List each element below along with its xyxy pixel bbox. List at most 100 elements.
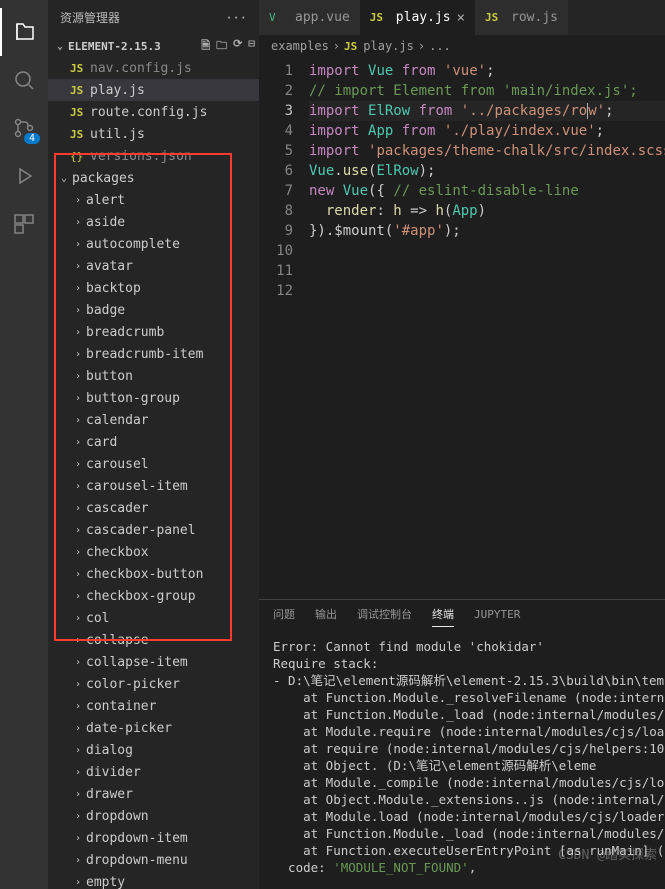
extensions-icon[interactable] <box>0 200 48 248</box>
folder-item[interactable]: ›button <box>48 365 259 387</box>
panel-tab-JUPYTER[interactable]: JUPYTER <box>474 608 520 625</box>
more-icon[interactable]: ··· <box>225 11 247 25</box>
project-actions: 🗎 🗀 ⟳ ⊟ <box>201 37 255 56</box>
folder-item[interactable]: ›date-picker <box>48 717 259 739</box>
search-icon[interactable] <box>0 56 48 104</box>
new-file-icon[interactable]: 🗎 <box>201 37 210 56</box>
folder-label: breadcrumb <box>86 325 164 340</box>
folder-item[interactable]: ›checkbox <box>48 541 259 563</box>
folder-item[interactable]: ›divider <box>48 761 259 783</box>
code-content[interactable]: import Vue from 'vue';// import Element … <box>309 57 665 599</box>
folder-item[interactable]: ›col <box>48 607 259 629</box>
project-header[interactable]: ⌄ ELEMENT-2.15.3 🗎 🗀 ⟳ ⊟ <box>48 35 259 57</box>
folder-label: dropdown <box>86 809 149 824</box>
panel-tab-调试控制台[interactable]: 调试控制台 <box>357 606 412 626</box>
file-item[interactable]: JSplay.js <box>48 79 259 101</box>
folder-label: alert <box>86 193 125 208</box>
folder-item[interactable]: ›aside <box>48 211 259 233</box>
crumb[interactable]: play.js <box>363 39 414 53</box>
chevron-right-icon: › <box>70 855 86 866</box>
close-icon[interactable]: × <box>457 10 465 26</box>
chevron-right-icon: › <box>70 701 86 712</box>
activity-bar: 4 <box>0 0 48 889</box>
file-item[interactable]: {}versions.json <box>48 145 259 167</box>
file-tree[interactable]: JSnav.config.jsJSplay.jsJSroute.config.j… <box>48 57 259 889</box>
panel-tab-输出[interactable]: 输出 <box>315 606 337 626</box>
chevron-right-icon: › <box>70 437 86 448</box>
chevron-right-icon: › <box>70 635 86 646</box>
folder-item[interactable]: ›dropdown <box>48 805 259 827</box>
folder-item[interactable]: ›breadcrumb <box>48 321 259 343</box>
folder-item[interactable]: ›button-group <box>48 387 259 409</box>
folder-item[interactable]: ›dialog <box>48 739 259 761</box>
file-item[interactable]: JSutil.js <box>48 123 259 145</box>
folder-item[interactable]: ›checkbox-group <box>48 585 259 607</box>
folder-label: dropdown-item <box>86 831 188 846</box>
tab-app-vue[interactable]: Vapp.vue <box>259 0 360 35</box>
folder-item[interactable]: ›backtop <box>48 277 259 299</box>
refresh-icon[interactable]: ⟳ <box>233 37 242 56</box>
panel-tab-问题[interactable]: 问题 <box>273 606 295 626</box>
json-icon: {} <box>70 150 88 163</box>
folder-item[interactable]: ›autocomplete <box>48 233 259 255</box>
chevron-right-icon: › <box>70 239 86 250</box>
folder-item[interactable]: ›dropdown-menu <box>48 849 259 871</box>
panel-tab-终端[interactable]: 终端 <box>432 606 454 627</box>
folder-item[interactable]: ›color-picker <box>48 673 259 695</box>
chevron-right-icon: › <box>70 789 86 800</box>
folder-label: packages <box>72 171 135 186</box>
tab-row-js[interactable]: JSrow.js <box>475 0 568 35</box>
file-item[interactable]: JSroute.config.js <box>48 101 259 123</box>
folder-label: avatar <box>86 259 133 274</box>
tab-label: row.js <box>511 10 558 25</box>
folder-item[interactable]: ›card <box>48 431 259 453</box>
chevron-right-icon: › <box>70 371 86 382</box>
js-icon: JS <box>70 62 88 75</box>
folder-item[interactable]: ›cascader-panel <box>48 519 259 541</box>
explorer-icon[interactable] <box>0 8 48 56</box>
chevron-right-icon: › <box>70 877 86 888</box>
code-editor[interactable]: 123456789101112 import Vue from 'vue';//… <box>259 57 665 599</box>
chevron-right-icon: › <box>70 503 86 514</box>
chevron-right-icon: › <box>70 415 86 426</box>
folder-item[interactable]: ›carousel-item <box>48 475 259 497</box>
folder-item[interactable]: ›collapse <box>48 629 259 651</box>
folder-item[interactable]: ›breadcrumb-item <box>48 343 259 365</box>
folder-item[interactable]: ›empty <box>48 871 259 889</box>
chevron-right-icon: › <box>70 393 86 404</box>
chevron-down-icon: ⌄ <box>56 173 72 184</box>
folder-item[interactable]: ›dropdown-item <box>48 827 259 849</box>
folder-label: carousel-item <box>86 479 188 494</box>
folder-item[interactable]: ›avatar <box>48 255 259 277</box>
folder-item[interactable]: ›checkbox-button <box>48 563 259 585</box>
folder-item[interactable]: ›collapse-item <box>48 651 259 673</box>
file-item[interactable]: JSnav.config.js <box>48 57 259 79</box>
chevron-down-icon: ⌄ <box>52 41 68 52</box>
new-folder-icon[interactable]: 🗀 <box>216 37 227 56</box>
folder-item[interactable]: ›carousel <box>48 453 259 475</box>
js-icon: JS <box>344 40 357 53</box>
watermark: CSDN @踏实探索 <box>558 844 657 863</box>
chevron-right-icon: › <box>70 261 86 272</box>
crumb[interactable]: ... <box>429 39 451 53</box>
folder-label: card <box>86 435 117 450</box>
folder-item[interactable]: ›drawer <box>48 783 259 805</box>
tab-play-js[interactable]: JSplay.js× <box>360 0 475 35</box>
collapse-icon[interactable]: ⊟ <box>248 37 255 56</box>
folder-label: divider <box>86 765 141 780</box>
debug-icon[interactable] <box>0 152 48 200</box>
folder-item[interactable]: ›container <box>48 695 259 717</box>
breadcrumb[interactable]: examples › JS play.js › ... <box>259 35 665 57</box>
line-gutter: 123456789101112 <box>259 57 309 599</box>
folder-label: aside <box>86 215 125 230</box>
scm-icon[interactable]: 4 <box>0 104 48 152</box>
sidebar: 资源管理器 ··· ⌄ ELEMENT-2.15.3 🗎 🗀 ⟳ ⊟ JSnav… <box>48 0 259 889</box>
crumb[interactable]: examples <box>271 39 329 53</box>
folder-item[interactable]: ›cascader <box>48 497 259 519</box>
folder-item[interactable]: ›calendar <box>48 409 259 431</box>
folder-item[interactable]: ›badge <box>48 299 259 321</box>
folder-packages[interactable]: ⌄packages <box>48 167 259 189</box>
file-label: play.js <box>90 83 145 98</box>
scm-badge: 4 <box>24 133 40 144</box>
folder-item[interactable]: ›alert <box>48 189 259 211</box>
